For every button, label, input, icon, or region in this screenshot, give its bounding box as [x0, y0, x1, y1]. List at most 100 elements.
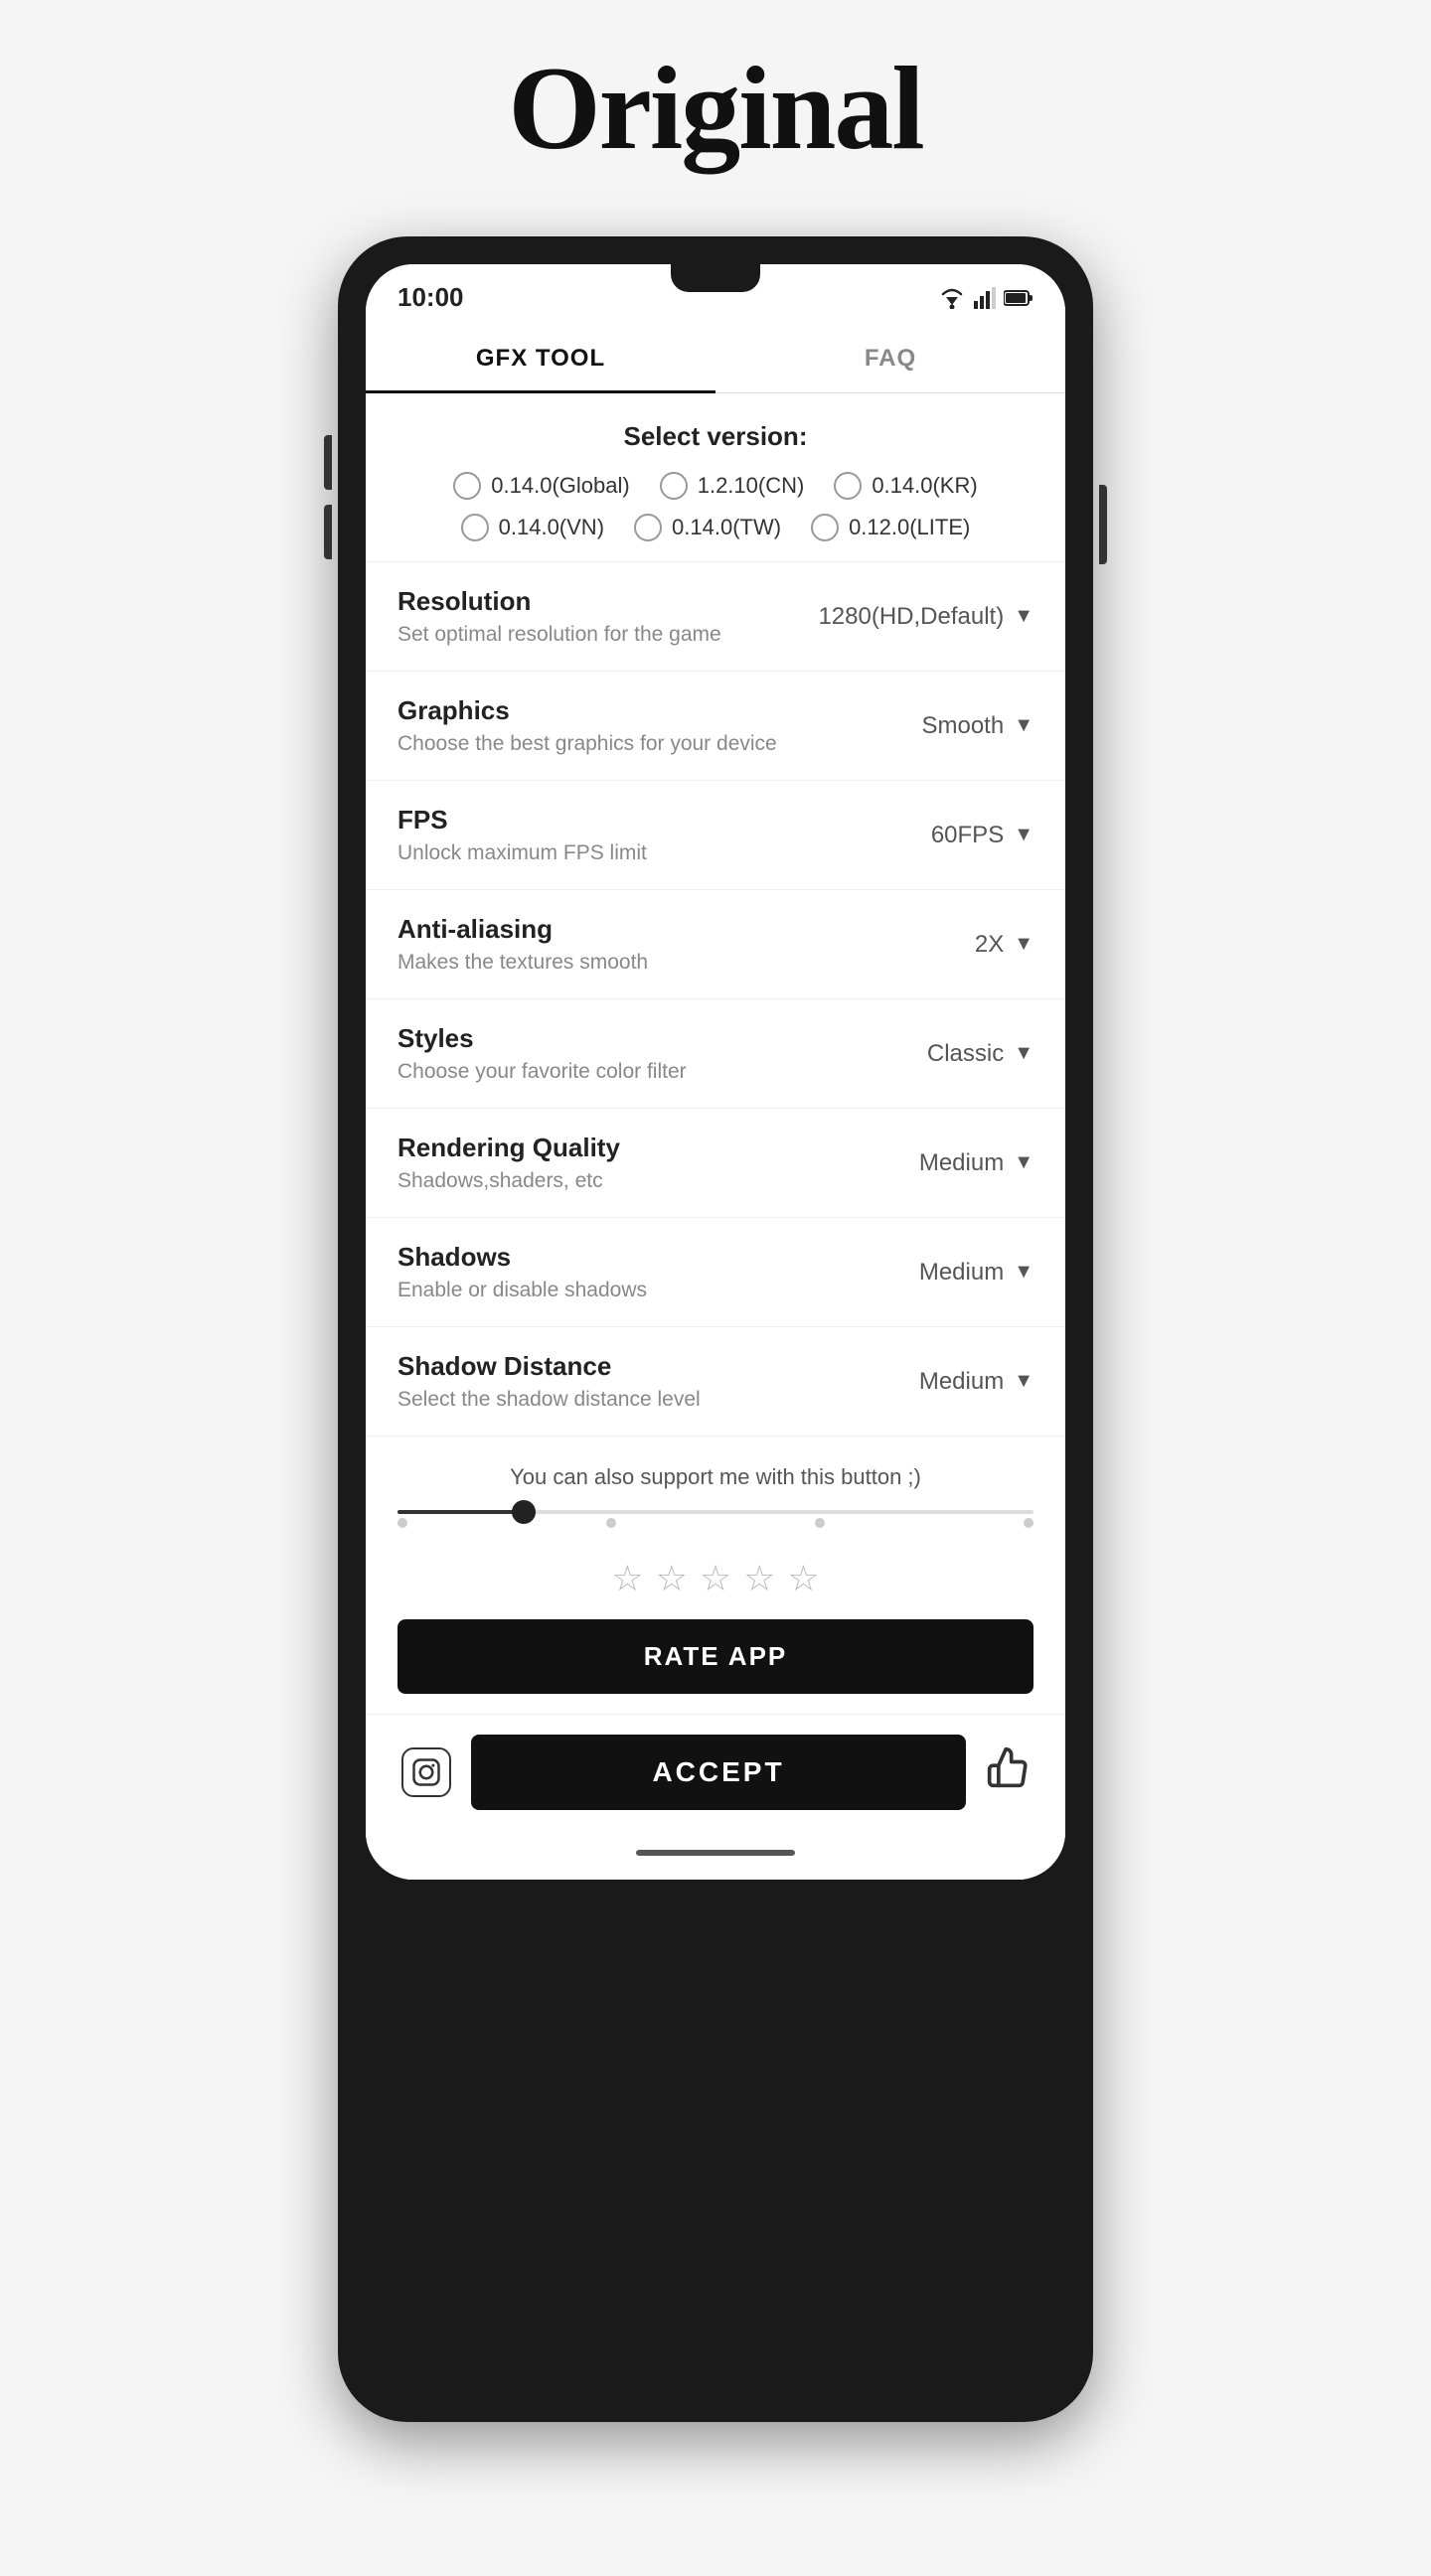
setting-value-rendering: Medium	[919, 1149, 1004, 1177]
version-label-tw: 0.14.0(TW)	[672, 515, 781, 540]
setting-name-styles: Styles	[398, 1023, 874, 1054]
instagram-icon[interactable]	[401, 1747, 451, 1797]
setting-value-shadow-distance: Medium	[919, 1368, 1004, 1396]
volume-up-button	[324, 435, 332, 490]
instagram-svg	[411, 1757, 441, 1787]
setting-left-shadow-distance: Shadow Distance Select the shadow distan…	[398, 1351, 874, 1412]
signal-icon	[974, 287, 996, 309]
slider-fill	[398, 1510, 525, 1514]
slider-thumb[interactable]	[512, 1500, 536, 1524]
setting-right-antialiasing[interactable]: 2X ▼	[874, 931, 1034, 959]
dropdown-arrow-graphics[interactable]: ▼	[1014, 714, 1034, 737]
setting-value-antialiasing: 2X	[975, 931, 1004, 959]
setting-row-rendering: Rendering Quality Shadows,shaders, etc M…	[366, 1109, 1065, 1218]
setting-right-resolution[interactable]: 1280(HD,Default) ▼	[818, 603, 1034, 631]
stars-row[interactable]: ☆ ☆ ☆ ☆ ☆	[398, 1558, 1034, 1599]
app-content: Select version: 0.14.0(Global) 1.2.10(CN…	[366, 393, 1065, 1880]
power-button	[1099, 485, 1107, 564]
setting-row-resolution: Resolution Set optimal resolution for th…	[366, 562, 1065, 672]
setting-left-fps: FPS Unlock maximum FPS limit	[398, 805, 874, 865]
notch	[671, 264, 760, 292]
battery-icon	[1004, 289, 1034, 307]
wifi-icon	[938, 287, 966, 309]
volume-down-button	[324, 505, 332, 559]
dropdown-arrow-fps[interactable]: ▼	[1014, 824, 1034, 846]
star-2[interactable]: ☆	[656, 1558, 688, 1599]
dropdown-arrow-shadows[interactable]: ▼	[1014, 1261, 1034, 1284]
dropdown-arrow-antialiasing[interactable]: ▼	[1014, 933, 1034, 956]
dropdown-arrow-styles[interactable]: ▼	[1014, 1042, 1034, 1065]
setting-row-shadow-distance: Shadow Distance Select the shadow distan…	[366, 1327, 1065, 1437]
tab-faq[interactable]: FAQ	[716, 323, 1065, 392]
accept-button[interactable]: ACCEPT	[471, 1735, 966, 1810]
setting-right-fps[interactable]: 60FPS ▼	[874, 822, 1034, 849]
rate-app-button[interactable]: RATE APP	[398, 1619, 1034, 1694]
setting-row-graphics: Graphics Choose the best graphics for yo…	[366, 672, 1065, 781]
bottom-bar: ACCEPT	[366, 1714, 1065, 1838]
setting-value-resolution: 1280(HD,Default)	[818, 603, 1004, 631]
star-3[interactable]: ☆	[700, 1558, 731, 1599]
radio-global[interactable]	[453, 472, 481, 500]
slider-track	[398, 1510, 1034, 1514]
setting-value-styles: Classic	[927, 1040, 1004, 1068]
radio-vn[interactable]	[461, 514, 489, 541]
slider-dot-3	[815, 1518, 825, 1528]
support-section: You can also support me with this button…	[366, 1437, 1065, 1714]
phone-frame: 10:00	[338, 236, 1093, 2422]
page-title: Original	[508, 40, 922, 177]
slider-dot-4	[1024, 1518, 1034, 1528]
version-title: Select version:	[386, 421, 1045, 452]
star-5[interactable]: ☆	[787, 1558, 819, 1599]
slider-dots	[398, 1518, 1034, 1528]
home-indicator	[636, 1850, 795, 1856]
setting-name-graphics: Graphics	[398, 695, 874, 726]
status-time: 10:00	[398, 282, 464, 313]
setting-row-styles: Styles Choose your favorite color filter…	[366, 999, 1065, 1109]
setting-left-shadows: Shadows Enable or disable shadows	[398, 1242, 874, 1302]
slider-dot-2	[606, 1518, 616, 1528]
radio-kr[interactable]	[834, 472, 862, 500]
page-wrapper: Original 10:00	[0, 0, 1431, 2576]
setting-right-graphics[interactable]: Smooth ▼	[874, 712, 1034, 740]
setting-desc-rendering: Shadows,shaders, etc	[398, 1169, 874, 1193]
star-1[interactable]: ☆	[611, 1558, 643, 1599]
setting-name-fps: FPS	[398, 805, 874, 835]
thumbsup-icon[interactable]	[986, 1745, 1030, 1799]
setting-desc-shadow-distance: Select the shadow distance level	[398, 1388, 874, 1412]
setting-name-rendering: Rendering Quality	[398, 1133, 874, 1163]
version-section: Select version: 0.14.0(Global) 1.2.10(CN…	[366, 393, 1065, 562]
radio-tw[interactable]	[634, 514, 662, 541]
tab-gfx-tool[interactable]: GFX TOOL	[366, 323, 716, 393]
setting-desc-fps: Unlock maximum FPS limit	[398, 841, 874, 865]
version-option-kr[interactable]: 0.14.0(KR)	[834, 472, 977, 500]
star-4[interactable]: ☆	[743, 1558, 775, 1599]
tabs-container: GFX TOOL FAQ	[366, 323, 1065, 393]
setting-left-antialiasing: Anti-aliasing Makes the textures smooth	[398, 914, 874, 975]
version-row-2: 0.14.0(VN) 0.14.0(TW) 0.12.0(LITE)	[461, 514, 971, 541]
dropdown-arrow-shadow-distance[interactable]: ▼	[1014, 1370, 1034, 1393]
version-option-cn[interactable]: 1.2.10(CN)	[660, 472, 805, 500]
setting-row-fps: FPS Unlock maximum FPS limit 60FPS ▼	[366, 781, 1065, 890]
version-label-vn: 0.14.0(VN)	[499, 515, 604, 540]
slider-container[interactable]	[398, 1510, 1034, 1528]
thumbsup-svg	[986, 1745, 1030, 1789]
setting-desc-antialiasing: Makes the textures smooth	[398, 951, 874, 975]
version-option-tw[interactable]: 0.14.0(TW)	[634, 514, 781, 541]
setting-right-shadow-distance[interactable]: Medium ▼	[874, 1368, 1034, 1396]
setting-right-rendering[interactable]: Medium ▼	[874, 1149, 1034, 1177]
setting-value-fps: 60FPS	[931, 822, 1004, 849]
setting-left-rendering: Rendering Quality Shadows,shaders, etc	[398, 1133, 874, 1193]
setting-right-shadows[interactable]: Medium ▼	[874, 1259, 1034, 1287]
version-label-kr: 0.14.0(KR)	[872, 473, 977, 499]
dropdown-arrow-rendering[interactable]: ▼	[1014, 1151, 1034, 1174]
radio-lite[interactable]	[811, 514, 839, 541]
status-bar-area: 10:00	[366, 264, 1065, 323]
version-option-lite[interactable]: 0.12.0(LITE)	[811, 514, 970, 541]
setting-right-styles[interactable]: Classic ▼	[874, 1040, 1034, 1068]
version-option-vn[interactable]: 0.14.0(VN)	[461, 514, 604, 541]
setting-left-styles: Styles Choose your favorite color filter	[398, 1023, 874, 1084]
setting-desc-shadows: Enable or disable shadows	[398, 1279, 874, 1302]
version-option-global[interactable]: 0.14.0(Global)	[453, 472, 629, 500]
dropdown-arrow-resolution[interactable]: ▼	[1014, 605, 1034, 628]
radio-cn[interactable]	[660, 472, 688, 500]
